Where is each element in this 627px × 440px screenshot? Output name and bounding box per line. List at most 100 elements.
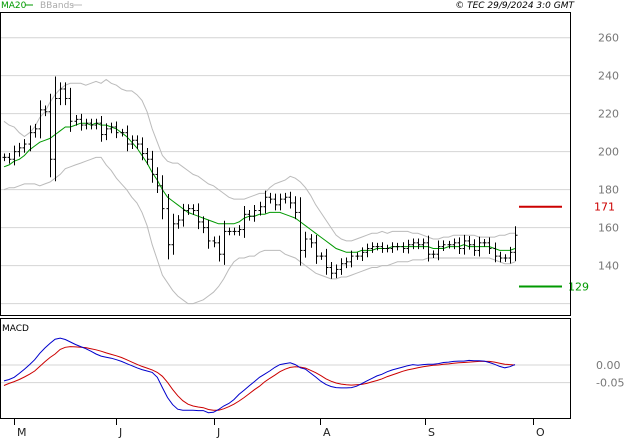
upper-band-line (3, 78, 515, 242)
ohlc-bar (258, 201, 263, 216)
ohlc-bar (498, 251, 503, 263)
legend-bbands: BBands (40, 1, 74, 11)
ohlc-bar (212, 236, 217, 248)
price-tick-label: 200 (598, 146, 619, 159)
price-levels: 171 129 (519, 201, 615, 294)
price-tick-label: 220 (598, 108, 619, 121)
ohlc-bar (487, 237, 492, 255)
ohlc-bar (7, 152, 12, 164)
ma20-line (3, 122, 516, 253)
ohlc-bar (401, 242, 406, 253)
ohlc-bar (278, 193, 283, 211)
ohlc-bar (120, 128, 125, 137)
ohlc-bar (293, 196, 298, 220)
ohlc-bar (191, 204, 196, 215)
ohlc-bar (441, 240, 446, 251)
price-tick-label: 140 (598, 260, 619, 273)
ohlc-bar (171, 213, 176, 255)
ohlc-bar (344, 257, 349, 269)
chart-canvas: MA20 BBands © TEC 29/9/2024 3:0 GMT 1711… (0, 1, 624, 439)
ohlc-bar (237, 225, 242, 236)
ohlc-bar (227, 227, 232, 236)
price-gridlines (1, 37, 570, 305)
ohlc-bar (268, 192, 273, 204)
bollinger-bands (3, 78, 516, 305)
ohlc-bar (150, 150, 155, 183)
x-axis-month-label: A (323, 426, 331, 439)
ohlc-bar (385, 244, 390, 253)
ohlc-bar (339, 258, 344, 275)
price-tick-label: 240 (598, 70, 619, 83)
ohlc-bar (360, 247, 365, 262)
ohlc-bar (181, 203, 186, 227)
ma20-path (3, 122, 516, 253)
lower-band-line (3, 156, 516, 305)
ohlc-bar (447, 240, 452, 249)
ohlc-bar (303, 231, 308, 258)
ohlc-bar (503, 254, 508, 262)
x-axis-month-label: O (536, 426, 545, 439)
ohlc-bar (273, 193, 278, 211)
ohlc-bar (252, 205, 257, 222)
x-axis-month-label: J (118, 426, 122, 439)
ohlc-bar (242, 205, 247, 238)
ohlc-bar (99, 115, 104, 142)
ohlc-bar (288, 191, 293, 209)
macd-line (3, 337, 516, 414)
ohlc-bar (355, 252, 360, 260)
macd-gridlines (1, 364, 570, 384)
x-axis: MJJASO (14, 419, 545, 439)
ohlc-bar (160, 175, 165, 220)
ohlc-bar (217, 235, 222, 262)
ohlc-bar (140, 137, 145, 161)
ohlc-bar (416, 238, 421, 250)
price-tick-label: 160 (598, 222, 619, 235)
price-tick-label: 260 (598, 32, 619, 45)
macd-lines (3, 337, 516, 414)
ohlc-bar (232, 227, 237, 236)
ohlc-bar (395, 242, 400, 251)
support-label: 129 (568, 281, 589, 294)
ohlc-bar (334, 264, 339, 279)
ohlc-bar (283, 192, 288, 204)
price-tick-label: 180 (598, 184, 619, 197)
price-y-axis: 140 160 180 200 220 240 260 (598, 32, 619, 273)
legend-ma20: MA20 (1, 1, 27, 11)
macd-y-axis: 0.00 -0.05 (596, 359, 624, 390)
ohlc-bar (513, 226, 518, 262)
ohlc-bar (324, 248, 329, 275)
ohlc-bar (247, 209, 252, 221)
ohlc-bar (68, 87, 73, 132)
ohlc-bar (22, 139, 27, 153)
ohlc-bar (411, 238, 416, 250)
ohlc-bar (380, 242, 385, 253)
ohlc-bar (166, 194, 171, 260)
copyright-timestamp: © TEC 29/9/2024 3:0 GMT (455, 1, 575, 11)
x-axis-month-label: M (17, 426, 27, 439)
ohlc-bar (319, 252, 324, 260)
ohlc-bar (452, 238, 457, 250)
ohlc-bar (79, 113, 84, 131)
ohlc-bar (28, 125, 33, 152)
ohlc-bar (421, 238, 426, 250)
macd-tick-label: -0.05 (596, 377, 624, 390)
price-panel-frame (0, 12, 571, 316)
ohlc-bar (467, 235, 472, 250)
ohlc-bar (2, 153, 7, 162)
ohlc-bar (48, 93, 53, 178)
ohlc-bar (329, 262, 334, 279)
ohlc-bar (206, 219, 211, 249)
ohlc-bar (298, 197, 303, 266)
x-axis-month-label: J (216, 426, 220, 439)
macd-title: MACD (2, 324, 29, 334)
ohlc-bar (58, 82, 63, 106)
ohlc-bar (309, 234, 314, 248)
signal-line (3, 346, 516, 411)
ohlc-bar (349, 250, 354, 268)
ohlc-bar (431, 250, 436, 259)
macd-panel-frame (0, 318, 571, 419)
ohlc-bar (263, 190, 268, 214)
ohlc-bar (33, 123, 38, 138)
ohlc-bar (370, 242, 375, 253)
ohlc-bar (482, 239, 487, 247)
